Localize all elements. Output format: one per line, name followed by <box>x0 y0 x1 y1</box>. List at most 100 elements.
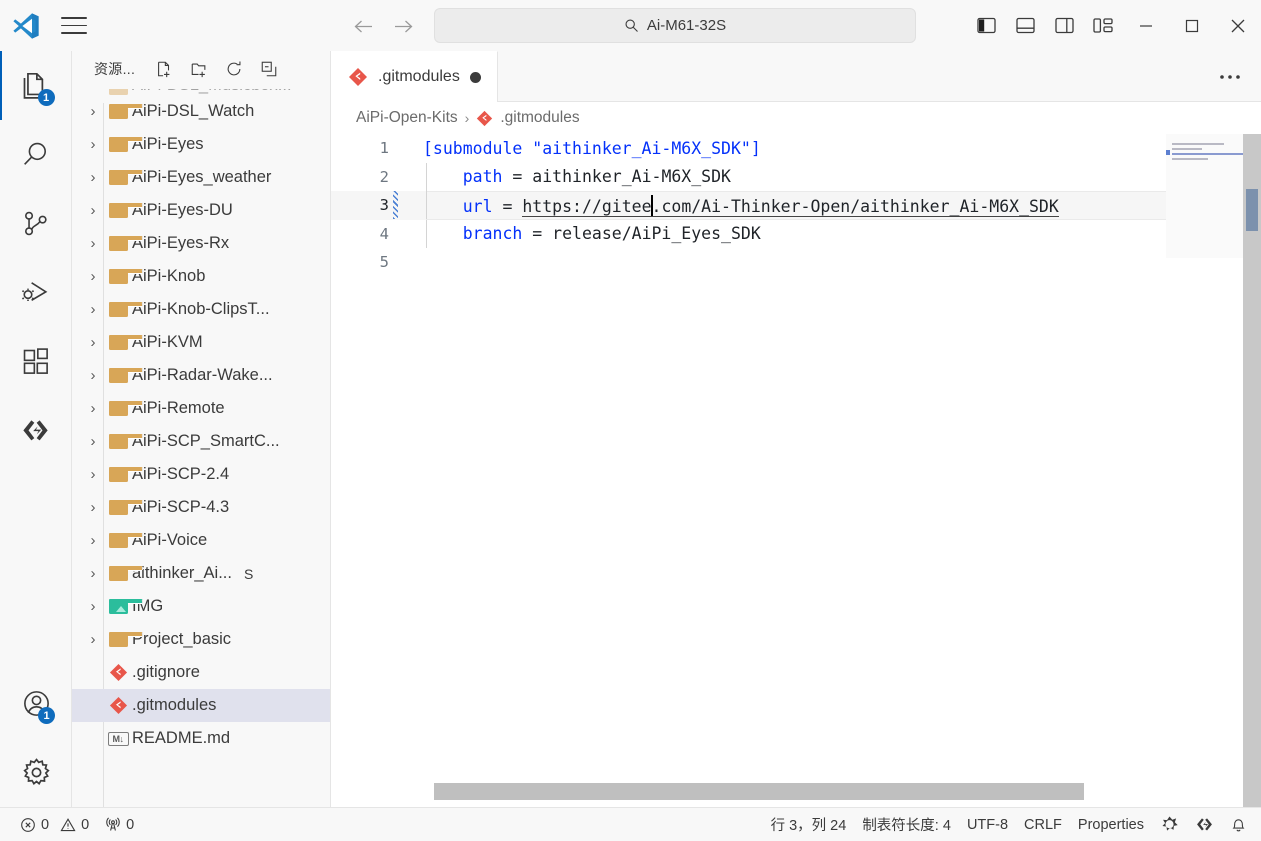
minimap-line <box>1172 143 1224 145</box>
go-back-button[interactable] <box>348 12 378 40</box>
tree-item-readme-md[interactable]: ›M↓README.md <box>72 722 330 755</box>
tree-item-aipi-kvm[interactable]: › AiPi-KVM <box>72 326 330 359</box>
tree-item-aipi-eyes-weather[interactable]: › AiPi-Eyes_weather <box>72 161 330 194</box>
status-notifications[interactable] <box>1222 808 1255 841</box>
scrollbar-thumb[interactable] <box>1246 189 1258 231</box>
status-eol[interactable]: CRLF <box>1016 808 1070 841</box>
code-line[interactable]: 4 branch = release/AiPi_Eyes_SDK <box>331 219 1166 248</box>
new-file-icon[interactable] <box>151 56 177 82</box>
activity-bar-item-extensions[interactable] <box>0 327 72 396</box>
breadcrumb-item-file[interactable]: .gitmodules <box>500 109 579 127</box>
status-encoding[interactable]: UTF-8 <box>959 808 1016 841</box>
chevron-right-icon[interactable]: › <box>82 134 104 156</box>
editor-tab-gitmodules[interactable]: .gitmodules <box>331 51 498 103</box>
warning-icon <box>60 817 76 833</box>
close-button[interactable] <box>1215 0 1261 51</box>
tree-item-project-basic[interactable]: › Project_basic <box>72 623 330 656</box>
chevron-right-icon[interactable]: › <box>82 497 104 519</box>
editor-more-actions-button[interactable] <box>1209 51 1251 102</box>
chevron-right-icon[interactable]: › <box>82 167 104 189</box>
status-problems[interactable]: 0 0 <box>12 808 97 841</box>
tree-item-img[interactable]: › IMG <box>72 590 330 623</box>
unsaved-indicator-icon[interactable] <box>469 71 481 83</box>
activity-bar-item-run-and-debug[interactable] <box>0 258 72 327</box>
breadcrumb-separator: › <box>464 110 470 126</box>
refresh-icon[interactable] <box>221 56 247 82</box>
activity-bar-item-search[interactable] <box>0 120 72 189</box>
folder-icon <box>108 599 143 614</box>
chevron-right-icon[interactable]: › <box>82 464 104 486</box>
new-folder-icon[interactable] <box>186 56 212 82</box>
code-line[interactable]: 1 [submodule "aithinker_Ai-M6X_SDK"] <box>331 134 1166 163</box>
activity-bar-item-remote-explorer[interactable] <box>0 396 72 465</box>
accounts-badge: 1 <box>38 707 55 724</box>
chevron-right-icon[interactable]: › <box>82 233 104 255</box>
status-gitlens[interactable] <box>1152 808 1187 841</box>
tree-item--gitmodules[interactable]: ›.gitmodules <box>72 689 330 722</box>
customize-layout-icon[interactable] <box>1084 0 1123 51</box>
activity-bar-item-manage[interactable] <box>0 738 72 807</box>
tree-item-aipi-knob[interactable]: › AiPi-Knob <box>72 260 330 293</box>
chevron-right-icon[interactable]: › <box>82 530 104 552</box>
status-remote-host[interactable] <box>1187 808 1222 841</box>
collapse-all-icon[interactable] <box>256 56 282 82</box>
toggle-panel-icon[interactable] <box>1006 0 1045 51</box>
status-indentation[interactable]: 制表符长度: 4 <box>854 808 959 841</box>
git-file-icon <box>109 696 128 715</box>
tree-item-label: .gitignore <box>132 663 200 681</box>
chevron-right-icon[interactable]: › <box>82 266 104 288</box>
editor-horizontal-scrollbar[interactable] <box>434 783 1084 800</box>
code-line[interactable]: 3 url = https://gitee.com/Ai-Thinker-Ope… <box>331 191 1166 220</box>
file-tree[interactable]: ›AiPi-DSL_Musicbox...›AiPi-DSL_Watch›AiP… <box>72 89 330 807</box>
tree-item--gitignore[interactable]: ›.gitignore <box>72 656 330 689</box>
tree-item-aipi-eyes-du[interactable]: › AiPi-Eyes-DU <box>72 194 330 227</box>
tree-item-aipi-voice[interactable]: › AiPi-Voice <box>72 524 330 557</box>
breadcrumb-item-folder[interactable]: AiPi-Open-Kits <box>356 109 458 127</box>
toggle-secondary-sidebar-icon[interactable] <box>1045 0 1084 51</box>
chevron-right-icon[interactable]: › <box>82 398 104 420</box>
folder-icon <box>108 269 143 284</box>
tree-item-aipi-remote[interactable]: › AiPi-Remote <box>72 392 330 425</box>
go-forward-button[interactable] <box>388 12 418 40</box>
line-number: 2 <box>379 167 389 186</box>
editor-vertical-scrollbar[interactable] <box>1243 134 1261 807</box>
toggle-primary-sidebar-icon[interactable] <box>967 0 1006 51</box>
tree-item-aipi-eyes-rx[interactable]: › AiPi-Eyes-Rx <box>72 227 330 260</box>
maximize-button[interactable] <box>1169 0 1215 51</box>
code-lines[interactable]: 1 [submodule "aithinker_Ai-M6X_SDK"] 2 pat… <box>331 134 1166 807</box>
minimap[interactable] <box>1166 134 1244 807</box>
activity-bar: 1 1 <box>0 51 72 807</box>
minimize-button[interactable] <box>1123 0 1169 51</box>
chevron-right-icon[interactable]: › <box>82 332 104 354</box>
tree-item-aipi-scp-smartc-[interactable]: › AiPi-SCP_SmartC... <box>72 425 330 458</box>
tree-item-aipi-knob-clipst-[interactable]: › AiPi-Knob-ClipsT... <box>72 293 330 326</box>
chevron-right-icon[interactable]: › <box>82 563 104 585</box>
command-center[interactable]: Ai-M61-32S <box>434 8 916 43</box>
tree-item-aipi-dsl-watch[interactable]: › AiPi-DSL_Watch <box>72 95 330 128</box>
code-line[interactable]: 2 path = aithinker_Ai-M6X_SDK <box>331 162 1166 191</box>
code-line[interactable]: 5 <box>331 248 1166 277</box>
tree-item-label: AiPi-SCP-2.4 <box>132 465 230 483</box>
activity-bar-item-source-control[interactable] <box>0 189 72 258</box>
activity-bar-item-accounts[interactable]: 1 <box>0 669 72 738</box>
tree-item-aithinker-ai-[interactable]: › aithinker_Ai... S <box>72 557 330 590</box>
tree-item-aipi-eyes[interactable]: › AiPi-Eyes <box>72 128 330 161</box>
code-editor[interactable]: 1 [submodule "aithinker_Ai-M6X_SDK"] 2 pat… <box>331 134 1261 807</box>
tree-item-aipi-scp-4-3[interactable]: › AiPi-SCP-4.3 <box>72 491 330 524</box>
folder-icon <box>108 236 143 251</box>
chevron-right-icon[interactable]: › <box>82 365 104 387</box>
status-ports[interactable]: 0 <box>97 808 142 841</box>
status-cursor-position[interactable]: 行 3，列 24 <box>763 808 855 841</box>
chevron-right-icon[interactable]: › <box>82 101 104 123</box>
chevron-right-icon[interactable]: › <box>82 629 104 651</box>
tree-item-aipi-radar-wake-[interactable]: › AiPi-Radar-Wake... <box>72 359 330 392</box>
chevron-right-icon[interactable]: › <box>82 431 104 453</box>
activity-bar-item-explorer[interactable]: 1 <box>0 51 72 120</box>
chevron-right-icon[interactable]: › <box>82 200 104 222</box>
tree-item-aipi-scp-2-4[interactable]: › AiPi-SCP-2.4 <box>72 458 330 491</box>
folder-icon <box>108 632 143 647</box>
status-language-mode[interactable]: Properties <box>1070 808 1152 841</box>
hamburger-menu-icon[interactable] <box>52 0 96 51</box>
chevron-right-icon[interactable]: › <box>82 299 104 321</box>
chevron-right-icon[interactable]: › <box>82 596 104 618</box>
